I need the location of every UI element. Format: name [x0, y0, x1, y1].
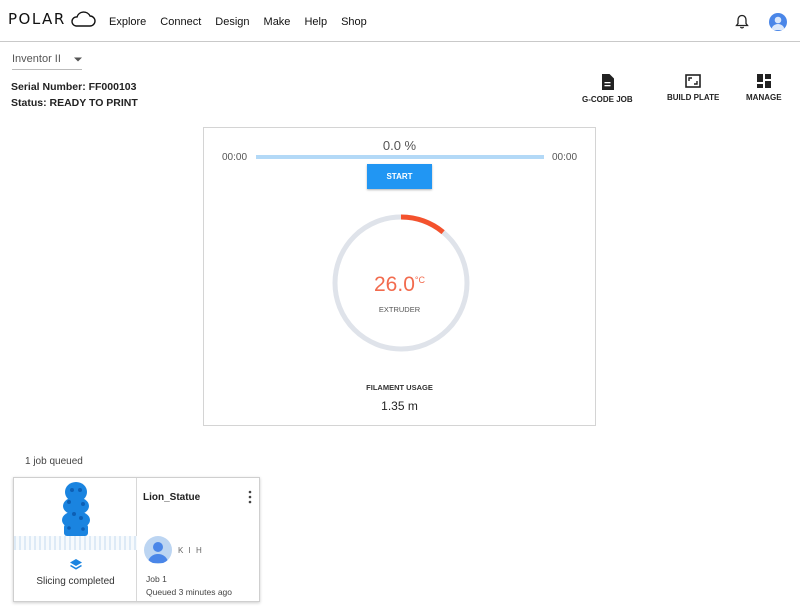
nav-design[interactable]: Design — [215, 16, 249, 28]
temperature-unit: °C — [414, 275, 425, 285]
manage-button[interactable]: MANAGE — [746, 74, 782, 102]
build-plate-button[interactable]: BUILD PLATE — [667, 74, 719, 102]
serial-number: Serial Number: FF000103 — [11, 81, 137, 93]
top-bar: POLAR Explore Connect Design Make Help S… — [0, 0, 800, 42]
nav-help[interactable]: Help — [304, 16, 327, 28]
filament-usage-label: FILAMENT USAGE — [366, 383, 433, 392]
progress-percent: 0.0 % — [382, 138, 417, 153]
nav-make[interactable]: Make — [264, 16, 291, 28]
layers-icon — [70, 559, 82, 570]
caret-down-icon — [74, 57, 82, 62]
job-thumbnail: Slicing completed — [14, 478, 137, 601]
main-nav: Explore Connect Design Make Help Shop — [109, 16, 381, 28]
printer-select[interactable]: Inventor II — [12, 53, 82, 70]
extruder-temperature: 26.0°C — [204, 273, 595, 297]
job-number: Job 1 — [146, 574, 167, 584]
filament-usage-value: 1.35 m — [381, 399, 418, 413]
person-icon — [148, 542, 168, 563]
lion-model-preview — [62, 482, 90, 536]
more-vert-icon[interactable] — [247, 490, 253, 504]
bell-icon[interactable] — [735, 14, 749, 29]
remaining-time: 00:00 — [552, 152, 578, 163]
nav-shop[interactable]: Shop — [341, 16, 367, 28]
queue-count: 1 job queued — [25, 456, 83, 467]
printer-status: Status: READY TO PRINT — [11, 97, 138, 109]
gcode-job-label: G-CODE JOB — [582, 95, 633, 104]
job-card[interactable]: Slicing completed Lion_Statue K I H Job … — [13, 477, 260, 602]
build-plate-icon — [685, 74, 701, 88]
polar-logo[interactable]: POLAR — [8, 10, 96, 28]
temperature-value: 26.0 — [374, 273, 415, 296]
build-plate-label: BUILD PLATE — [667, 93, 720, 102]
job-name: Lion_Statue — [143, 492, 201, 503]
gcode-job-button[interactable]: G-CODE JOB — [582, 74, 633, 104]
print-control-panel: 0.0 % 00:00 00:00 START 26.0°C EXTRUDER … — [203, 127, 596, 426]
printer-name: Inventor II — [12, 53, 61, 65]
account-avatar[interactable] — [769, 13, 787, 31]
elapsed-time: 00:00 — [222, 152, 248, 163]
dashboard-icon — [756, 74, 771, 88]
job-queued-time: Queued 3 minutes ago — [146, 587, 233, 597]
job-user-name: K I H — [178, 546, 204, 555]
start-button[interactable]: START — [367, 164, 432, 189]
brand-name: POLAR — [8, 10, 66, 28]
nav-explore[interactable]: Explore — [109, 16, 146, 28]
progress-bar — [256, 155, 544, 159]
slicing-status: Slicing completed — [36, 576, 115, 587]
manage-label: MANAGE — [746, 93, 782, 102]
nav-connect[interactable]: Connect — [160, 16, 201, 28]
avatar-icon — [771, 16, 785, 30]
extruder-label: EXTRUDER — [378, 305, 421, 314]
document-icon — [601, 74, 614, 90]
cloud-icon — [71, 11, 96, 27]
job-user-avatar — [144, 536, 172, 564]
